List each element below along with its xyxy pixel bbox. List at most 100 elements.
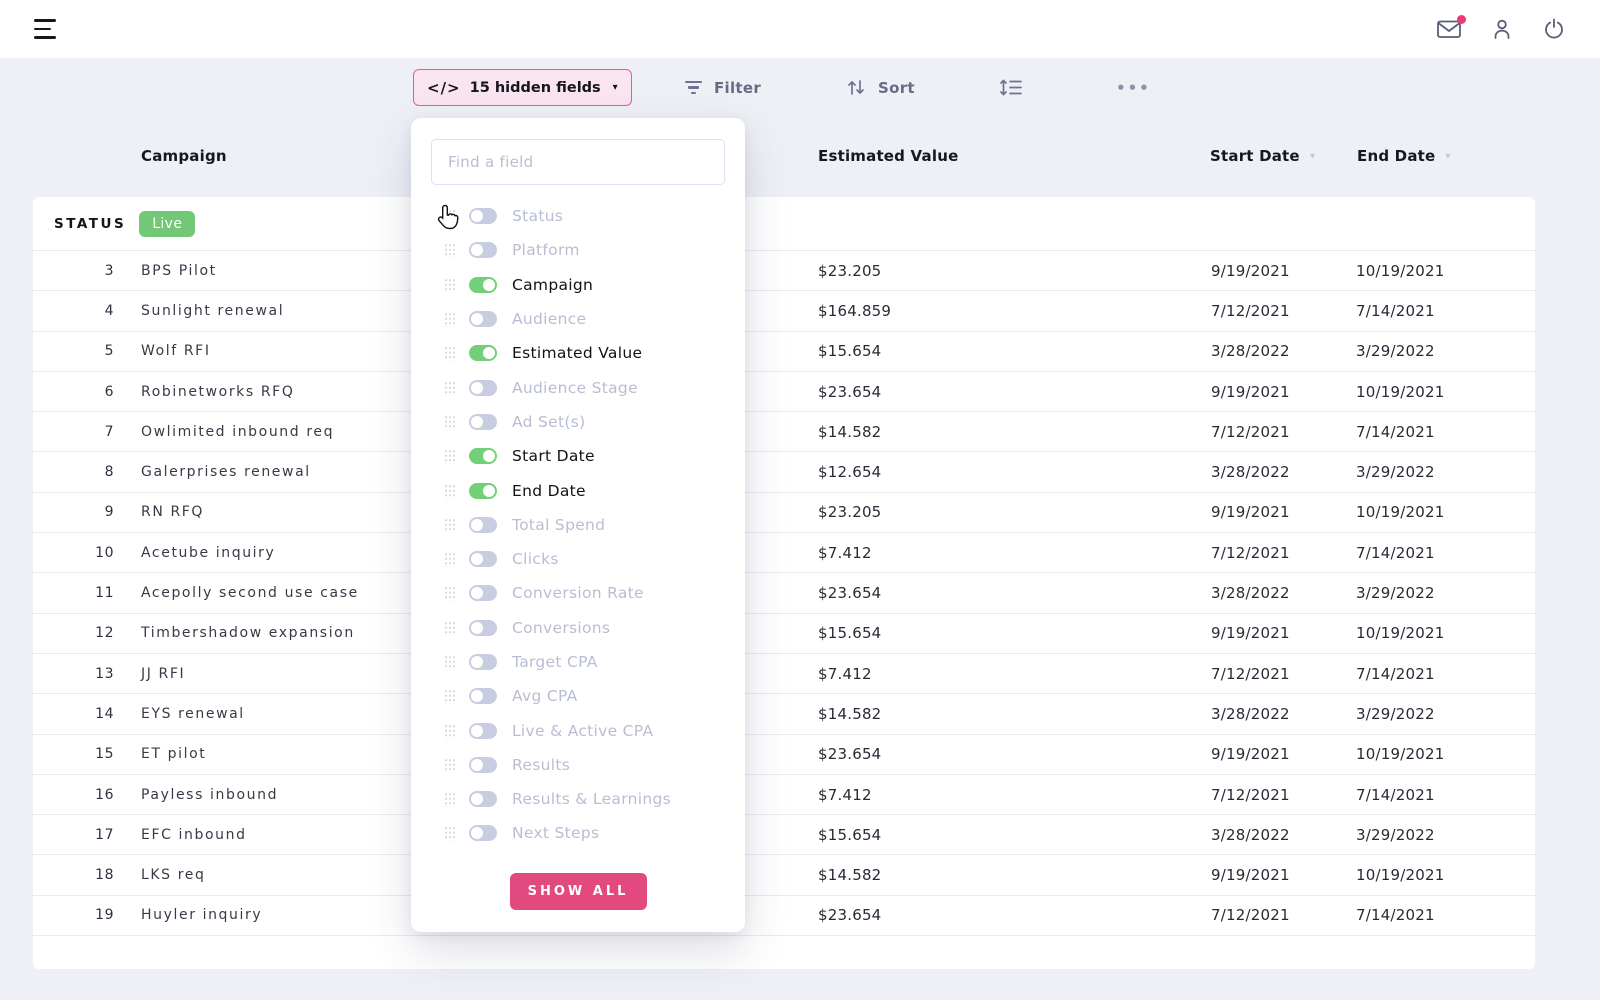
row-estimated-value: $7.412 (818, 544, 1211, 562)
field-toggle[interactable] (469, 345, 497, 361)
table-row[interactable]: 7 Owlimited inbound req $14.582 7/12/202… (33, 412, 1535, 452)
field-toggle[interactable] (469, 380, 497, 396)
show-all-button[interactable]: SHOW ALL (510, 873, 647, 910)
field-toggle[interactable] (469, 620, 497, 636)
column-header-end-date[interactable]: End Date ▾ (1357, 147, 1451, 165)
row-estimated-value: $23.654 (818, 745, 1211, 763)
row-start-date: 9/19/2021 (1211, 503, 1356, 521)
drag-handle-icon[interactable] (444, 551, 455, 567)
field-label: Audience Stage (512, 379, 638, 397)
group-header-row: STATUS Live (33, 197, 1535, 250)
row-end-date: 7/14/2021 (1356, 665, 1535, 683)
hidden-fields-button[interactable]: </> 15 hidden fields ▾ (413, 69, 632, 106)
drag-handle-icon[interactable] (444, 517, 455, 533)
mail-button[interactable] (1436, 18, 1462, 40)
table-row[interactable]: 10 Acetube inquiry $7.412 7/12/2021 7/14… (33, 533, 1535, 573)
field-toggle[interactable] (469, 585, 497, 601)
table-row[interactable]: 15 ET pilot $23.654 9/19/2021 10/19/2021 (33, 735, 1535, 775)
filter-button[interactable]: Filter (685, 58, 761, 117)
table-row[interactable]: 5 Wolf RFI $15.654 3/28/2022 3/29/2022 (33, 332, 1535, 372)
column-header-estimated-value[interactable]: Estimated Value (818, 147, 958, 165)
row-estimated-value: $15.654 (818, 342, 1211, 360)
drag-handle-icon[interactable] (444, 448, 455, 464)
row-end-date: 7/14/2021 (1356, 906, 1535, 924)
field-toggle[interactable] (469, 723, 497, 739)
row-end-date: 7/14/2021 (1356, 544, 1535, 562)
table-row[interactable]: 18 LKS req $14.582 9/19/2021 10/19/2021 (33, 855, 1535, 895)
more-button[interactable]: ••• (1116, 58, 1151, 117)
table-row[interactable]: 4 Sunlight renewal $164.859 7/12/2021 7/… (33, 291, 1535, 331)
drag-handle-icon[interactable] (444, 757, 455, 773)
top-bar-actions (1436, 17, 1566, 41)
field-item: Results & Learnings (431, 782, 725, 816)
drag-handle-icon[interactable] (444, 208, 455, 224)
drag-handle-icon[interactable] (444, 825, 455, 841)
table-row[interactable]: 14 EYS renewal $14.582 3/28/2022 3/29/20… (33, 694, 1535, 734)
field-label: Ad Set(s) (512, 413, 585, 431)
field-toggle[interactable] (469, 277, 497, 293)
row-height-button[interactable] (1000, 58, 1023, 117)
field-item: Total Spend (431, 508, 725, 542)
drag-handle-icon[interactable] (444, 242, 455, 258)
row-number: 6 (33, 384, 114, 400)
field-toggle[interactable] (469, 791, 497, 807)
drag-handle-icon[interactable] (444, 688, 455, 704)
table-row[interactable]: 3 BPS Pilot $23.205 9/19/2021 10/19/2021 (33, 251, 1535, 291)
caret-down-icon: ▾ (613, 82, 618, 93)
menu-button[interactable] (34, 19, 58, 39)
table-row[interactable]: 13 JJ RFI $7.412 7/12/2021 7/14/2021 (33, 654, 1535, 694)
row-start-date: 9/19/2021 (1211, 262, 1356, 280)
table-row[interactable]: 11 Acepolly second use case $23.654 3/28… (33, 573, 1535, 613)
table-row[interactable]: 17 EFC inbound $15.654 3/28/2022 3/29/20… (33, 815, 1535, 855)
table-row[interactable]: 16 Payless inbound $7.412 7/12/2021 7/14… (33, 775, 1535, 815)
field-label: Platform (512, 241, 580, 259)
field-label: Results (512, 756, 570, 774)
field-toggle[interactable] (469, 757, 497, 773)
column-header-campaign[interactable]: Campaign (141, 147, 227, 165)
drag-handle-icon[interactable] (444, 414, 455, 430)
power-button[interactable] (1542, 17, 1566, 41)
table-row[interactable]: 12 Timbershadow expansion $15.654 9/19/2… (33, 614, 1535, 654)
row-start-date: 3/28/2022 (1211, 584, 1356, 602)
drag-handle-icon[interactable] (444, 585, 455, 601)
field-toggle[interactable] (469, 551, 497, 567)
field-toggle[interactable] (469, 688, 497, 704)
drag-handle-icon[interactable] (444, 620, 455, 636)
row-height-icon (1000, 78, 1023, 97)
drag-handle-icon[interactable] (444, 380, 455, 396)
user-button[interactable] (1490, 17, 1514, 41)
field-toggle[interactable] (469, 825, 497, 841)
field-toggle[interactable] (469, 654, 497, 670)
find-field-input[interactable] (431, 139, 725, 185)
table-row[interactable]: 8 Galerprises renewal $12.654 3/28/2022 … (33, 452, 1535, 492)
field-toggle[interactable] (469, 242, 497, 258)
row-number: 14 (33, 706, 114, 722)
drag-handle-icon[interactable] (444, 723, 455, 739)
table-row[interactable]: 9 RN RFQ $23.205 9/19/2021 10/19/2021 (33, 493, 1535, 533)
table-row[interactable]: 19 Huyler inquiry $23.654 7/12/2021 7/14… (33, 896, 1535, 936)
field-item: Start Date (431, 439, 725, 473)
row-start-date: 9/19/2021 (1211, 745, 1356, 763)
field-toggle[interactable] (469, 517, 497, 533)
filter-icon (685, 81, 702, 95)
field-item: Conversions (431, 611, 725, 645)
table-row[interactable]: 6 Robinetworks RFQ $23.654 9/19/2021 10/… (33, 372, 1535, 412)
field-toggle[interactable] (469, 311, 497, 327)
drag-handle-icon[interactable] (444, 345, 455, 361)
sort-button[interactable]: Sort (846, 58, 915, 117)
field-label: Estimated Value (512, 344, 642, 362)
field-toggle[interactable] (469, 483, 497, 499)
field-toggle[interactable] (469, 414, 497, 430)
drag-handle-icon[interactable] (444, 654, 455, 670)
field-toggle[interactable] (469, 448, 497, 464)
filter-label: Filter (714, 79, 761, 97)
drag-handle-icon[interactable] (444, 483, 455, 499)
drag-handle-icon[interactable] (444, 277, 455, 293)
field-label: Audience (512, 310, 586, 328)
drag-handle-icon[interactable] (444, 311, 455, 327)
row-start-date: 7/12/2021 (1211, 665, 1356, 683)
column-header-start-date[interactable]: Start Date ▾ (1210, 147, 1315, 165)
field-toggle[interactable] (469, 208, 497, 224)
field-item: End Date (431, 473, 725, 507)
drag-handle-icon[interactable] (444, 791, 455, 807)
